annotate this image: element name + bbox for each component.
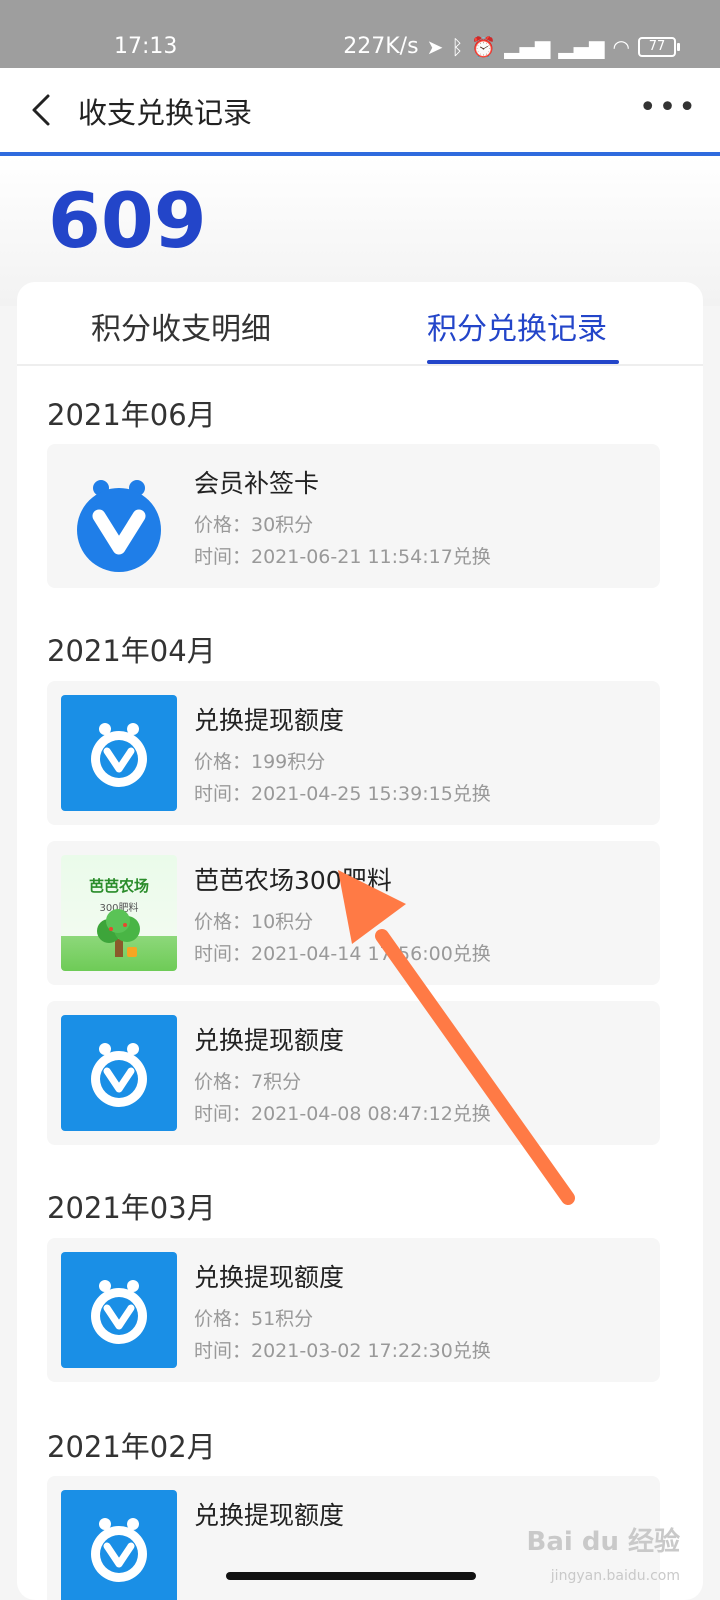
wifi-icon: ◠	[612, 34, 630, 59]
battery-level: 77	[638, 36, 676, 57]
month-header: 2021年02月	[47, 1430, 216, 1464]
list-item[interactable]: 芭芭农场 300肥料 芭芭农场300肥料 价格：10积分 时间：2021-04-…	[47, 841, 660, 985]
month-header: 2021年06月	[47, 398, 216, 432]
cash-quota-icon	[61, 1252, 177, 1368]
item-time: 时间：2021-03-02 17:22:30兑换	[194, 1340, 491, 1362]
list-item[interactable]: 兑换提现额度 价格：199积分 时间：2021-04-25 15:39:15兑换	[47, 681, 660, 825]
baidu-watermark-url: jingyan.baidu.com	[550, 1568, 680, 1584]
active-tab-indicator	[427, 360, 619, 364]
item-name: 兑换提现额度	[194, 706, 345, 735]
month-header: 2021年03月	[47, 1191, 216, 1225]
item-name: 兑换提现额度	[194, 1501, 345, 1530]
item-name: 会员补签卡	[194, 469, 320, 498]
home-indicator[interactable]	[226, 1572, 476, 1580]
item-time: 时间：2021-04-14 17:56:00兑换	[194, 943, 491, 965]
item-name: 芭芭农场300肥料	[194, 866, 392, 895]
item-price: 价格：30积分	[194, 514, 314, 536]
item-price: 价格：51积分	[194, 1308, 314, 1330]
records-card: 积分收支明细 积分兑换记录 2021年06月 会员补签卡 价格：30积分 时间：…	[17, 282, 703, 1600]
more-icon[interactable]: •••	[639, 90, 698, 125]
tab-points-detail[interactable]: 积分收支明细	[91, 304, 271, 348]
item-time: 时间：2021-04-08 08:47:12兑换	[194, 1103, 491, 1125]
item-time: 时间：2021-06-21 11:54:17兑换	[194, 546, 491, 568]
tab-exchange-records[interactable]: 积分兑换记录	[427, 304, 607, 348]
alarm-icon: ⏰	[471, 34, 497, 59]
cash-quota-icon	[61, 1015, 177, 1131]
signal-icon: ▂▄▆	[504, 34, 551, 59]
page-title: 收支兑换记录	[78, 96, 253, 130]
status-bar: 17:13 227K/s ➤ ᛒ ⏰ ▂▄▆ ▂▄▆ ◠ 77	[0, 0, 720, 68]
list-item[interactable]: 兑换提现额度 价格：7积分 时间：2021-04-08 08:47:12兑换	[47, 1001, 660, 1145]
item-price: 价格：10积分	[194, 911, 314, 933]
item-time: 时间：2021-04-25 15:39:15兑换	[194, 783, 491, 805]
cash-quota-icon	[61, 1490, 177, 1600]
list-item[interactable]: 会员补签卡 价格：30积分 时间：2021-06-21 11:54:17兑换	[47, 444, 660, 588]
month-header: 2021年04月	[47, 634, 216, 668]
farm-fertilizer-thumb: 芭芭农场 300肥料	[61, 855, 177, 971]
bluetooth-icon: ᛒ	[451, 34, 464, 59]
baidu-watermark: Bai du 经验	[526, 1527, 681, 1557]
item-price: 价格：7积分	[194, 1071, 302, 1093]
cash-quota-icon	[61, 695, 177, 811]
back-icon[interactable]	[24, 88, 64, 132]
net-speed: 227K/s	[343, 34, 419, 59]
nav-bar: 收支兑换记录 •••	[0, 68, 720, 152]
list-item[interactable]: 兑换提现额度 价格：51积分 时间：2021-03-02 17:22:30兑换	[47, 1238, 660, 1382]
location-icon: ➤	[426, 34, 444, 59]
item-price: 价格：199积分	[194, 751, 326, 773]
points-balance: 609	[48, 176, 207, 265]
status-time: 17:13	[114, 34, 178, 59]
status-icons: 227K/s ➤ ᛒ ⏰ ▂▄▆ ▂▄▆ ◠ 77	[343, 34, 680, 59]
signal-2-icon: ▂▄▆	[558, 34, 605, 59]
battery-icon: 77	[638, 36, 680, 57]
item-name: 兑换提现额度	[194, 1263, 345, 1292]
tree-icon	[97, 909, 140, 957]
item-name: 兑换提现额度	[194, 1026, 345, 1055]
tab-bar: 积分收支明细 积分兑换记录	[17, 282, 703, 366]
vip-card-icon	[61, 458, 177, 574]
